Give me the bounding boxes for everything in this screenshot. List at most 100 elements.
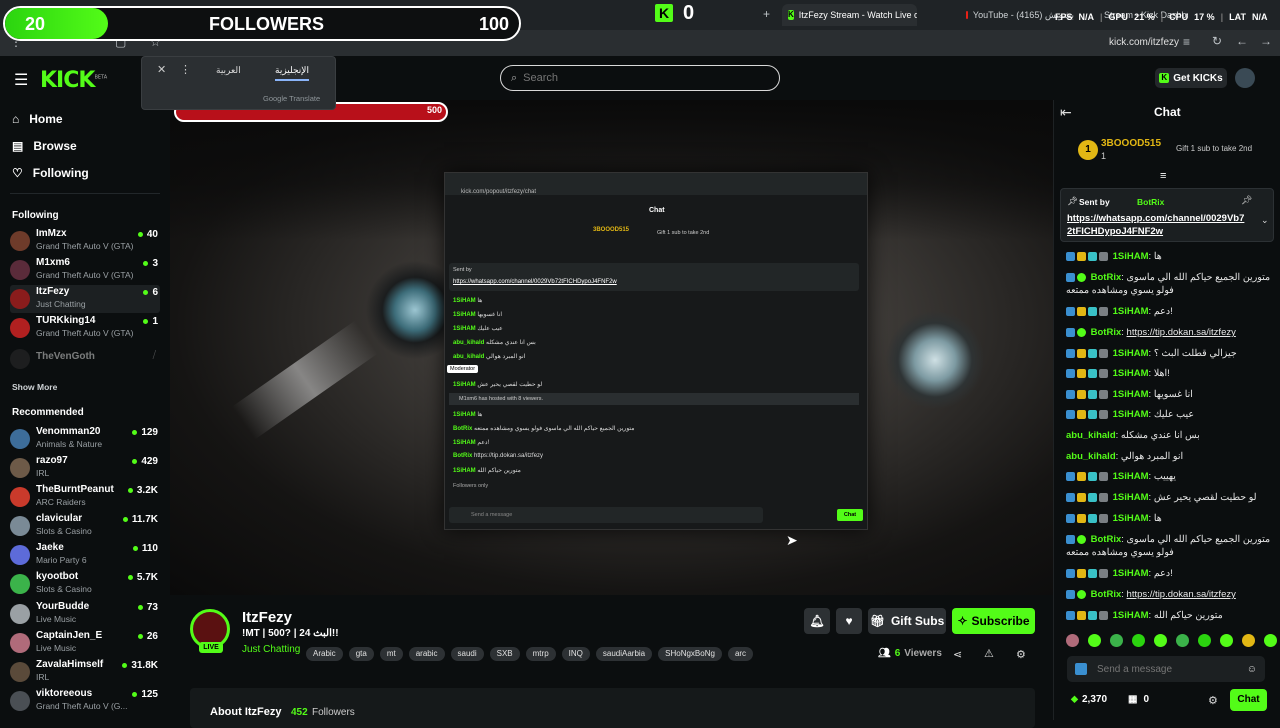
channel-name[interactable]: ItzFezy: [242, 609, 292, 626]
chat-username[interactable]: 1SiHAM: [1113, 368, 1149, 379]
chat-username[interactable]: 1SiHAM: [1113, 513, 1149, 524]
emote-icon[interactable]: [1066, 634, 1079, 647]
back-icon[interactable]: ←: [1236, 34, 1248, 48]
kick-logo[interactable]: KICKBETA: [40, 68, 107, 93]
chat-username[interactable]: 1SiHAM: [1113, 409, 1149, 420]
share-icon[interactable]: ⋖: [953, 648, 962, 661]
hamburger-menu-icon[interactable]: ☰: [14, 70, 28, 90]
nav-browse[interactable]: ▤ Browse: [12, 139, 77, 153]
url-text[interactable]: kick.com/itzfezy: [1109, 37, 1179, 48]
sidebar-rec-clavicular[interactable]: clavicular Slots & Casino 11.7K: [10, 512, 160, 540]
tag[interactable]: mtrp: [525, 647, 556, 661]
close-icon[interactable]: ✕: [157, 63, 166, 76]
chat-text[interactable]: https://tip.dokan.sa/itzfezy: [1127, 589, 1236, 600]
sidebar-rec-kyootbot[interactable]: kyootbot Slots & Casino 5.7K: [10, 570, 160, 598]
emote-icon[interactable]: [1154, 634, 1167, 647]
reload-icon[interactable]: ↻: [1212, 34, 1222, 48]
search-input[interactable]: [523, 72, 744, 84]
tag[interactable]: saudi: [450, 647, 484, 661]
chat-settings-icon[interactable]: ⚙︎: [1208, 694, 1218, 707]
chat-username[interactable]: 1SiHAM: [1113, 306, 1149, 317]
pinned-link[interactable]: https://whatsapp.com/channel/0029Vb72tFI…: [1067, 212, 1247, 238]
user-settings-icon[interactable]: ⚙︎: [1016, 648, 1026, 661]
nav-following[interactable]: ♡ Following: [12, 166, 89, 180]
chat-username[interactable]: BotRix: [1091, 327, 1122, 338]
tag[interactable]: mt: [379, 647, 403, 661]
gift-prompt[interactable]: Gift 1 sub to take 2nd: [1176, 144, 1252, 153]
translate-lang-arabic[interactable]: العربية: [216, 65, 241, 76]
tag[interactable]: arabic: [408, 647, 445, 661]
tag[interactable]: arc: [727, 647, 754, 661]
gift-subs-button[interactable]: 🎁︎ Gift Subs: [868, 608, 946, 634]
sidebar-rec-viktoreeous[interactable]: viktoreeous Grand Theft Auto V (G... 125: [10, 687, 160, 715]
chat-username[interactable]: 1SiHAM: [1113, 471, 1149, 482]
chat-username[interactable]: 1SiHAM: [1113, 610, 1149, 621]
sidebar-rec-zavalahimself[interactable]: ZavalaHimself IRL 31.8K: [10, 658, 160, 686]
tag[interactable]: saudiAarbia: [595, 647, 653, 661]
sidebar-rec-venomman20[interactable]: Venomman20 Animals & Nature 129: [10, 425, 160, 453]
translate-lang-english[interactable]: الإنجليزية: [275, 65, 309, 81]
sidebar-rec-jaeke[interactable]: Jaeke Mario Party 6 110: [10, 541, 160, 569]
show-more-link[interactable]: Show More: [12, 382, 57, 392]
sidebar-rec-razo97[interactable]: razo97 IRL 429: [10, 454, 160, 482]
chat-username[interactable]: BotRix: [1091, 534, 1122, 545]
emote-icon[interactable]: [1242, 634, 1255, 647]
new-tab-button[interactable]: +: [763, 7, 770, 21]
subscribe-button[interactable]: ✧ Subscribe: [952, 608, 1035, 634]
emote-icon[interactable]: [1176, 634, 1189, 647]
emoji-icon[interactable]: ☺: [1247, 664, 1257, 675]
collapse-chat-icon[interactable]: ⇤: [1060, 104, 1072, 121]
emote-icon[interactable]: [1220, 634, 1233, 647]
emote-icon[interactable]: [1132, 634, 1145, 647]
filter-icon[interactable]: ≡: [1160, 170, 1166, 182]
site-settings-icon[interactable]: ≡: [1183, 35, 1190, 49]
chat-username[interactable]: 1SiHAM: [1113, 568, 1149, 579]
sidebar-channel-turkking14[interactable]: TURKking14 Grand Theft Auto V (GTA) 1: [10, 314, 160, 342]
chat-username[interactable]: 1SiHAM: [1113, 389, 1149, 400]
notification-bell-button[interactable]: 🔔︎: [804, 608, 830, 634]
chat-username[interactable]: BotRix: [1091, 272, 1122, 283]
chat-input-box[interactable]: ☺: [1067, 656, 1265, 682]
chat-username[interactable]: 1SiHAM: [1113, 348, 1149, 359]
tag[interactable]: SHoNgxBoNg: [658, 647, 722, 661]
chat-username[interactable]: 1SiHAM: [1113, 492, 1149, 503]
chat-username[interactable]: abu_kihald: [1066, 430, 1116, 441]
sidebar-rec-captainjen[interactable]: CaptainJen_E Live Music 26: [10, 629, 160, 657]
chat-username[interactable]: 1SiHAM: [1113, 251, 1149, 262]
tag[interactable]: gta: [348, 647, 374, 661]
tag[interactable]: INQ: [561, 647, 590, 661]
emote-icon[interactable]: [1264, 634, 1277, 647]
unpin-icon[interactable]: 📌︎: [1241, 195, 1252, 206]
sidebar-channel-thevengoth[interactable]: TheVenGoth ⧸: [10, 345, 160, 373]
emote-icon[interactable]: [1088, 634, 1101, 647]
emote-icon[interactable]: [1110, 634, 1123, 647]
emote-icon[interactable]: [1198, 634, 1211, 647]
expand-pinned-icon[interactable]: ⌄: [1261, 215, 1269, 226]
more-options-icon[interactable]: ⋮: [180, 63, 191, 76]
tag[interactable]: SXB: [489, 647, 520, 661]
chat-send-button[interactable]: Chat: [1230, 689, 1267, 711]
nav-home[interactable]: ⌂ Home: [12, 112, 63, 126]
get-kicks-button[interactable]: K Get KICKs: [1155, 68, 1227, 88]
store-counter[interactable]: ▦ 0: [1128, 694, 1149, 705]
stream-category[interactable]: Just Chatting: [242, 644, 300, 655]
search-bar[interactable]: ⌕: [500, 65, 780, 91]
tag[interactable]: Arabic: [306, 647, 343, 661]
forward-icon[interactable]: →: [1260, 34, 1272, 48]
sidebar-channel-m1xm6[interactable]: M1xm6 Grand Theft Auto V (GTA) 3: [10, 256, 160, 284]
top-gifter-name[interactable]: 3BOOOD515: [1101, 138, 1161, 149]
video-player[interactable]: kick.com/popout/itzfezy/chat Chat 3BOOOD…: [170, 100, 1053, 595]
user-avatar[interactable]: [1235, 68, 1255, 88]
sidebar-channel-immzx[interactable]: ImMzx Grand Theft Auto V (GTA) 40: [10, 227, 160, 255]
chat-username[interactable]: abu_kihald: [1066, 451, 1116, 462]
sidebar-rec-yourbudde[interactable]: YourBudde Live Music 73: [10, 600, 160, 628]
sidebar-rec-theburntpeanut[interactable]: TheBurntPeanut ARC Raiders 3.2K: [10, 483, 160, 511]
channel-points[interactable]: ⬥ 2,370: [1071, 694, 1107, 705]
report-icon[interactable]: ⚠︎: [984, 647, 994, 660]
chat-text[interactable]: https://tip.dokan.sa/itzfezy: [1127, 327, 1236, 338]
chat-username[interactable]: BotRix: [1091, 589, 1122, 600]
sidebar-channel-itzfezy[interactable]: ItzFezy Just Chatting 6: [10, 285, 160, 313]
follow-button[interactable]: ♥: [836, 608, 862, 634]
chat-message-input[interactable]: [1097, 663, 1227, 675]
tab-itzfezy[interactable]: K ItzFezy Stream - Watch Live on: [782, 4, 917, 26]
